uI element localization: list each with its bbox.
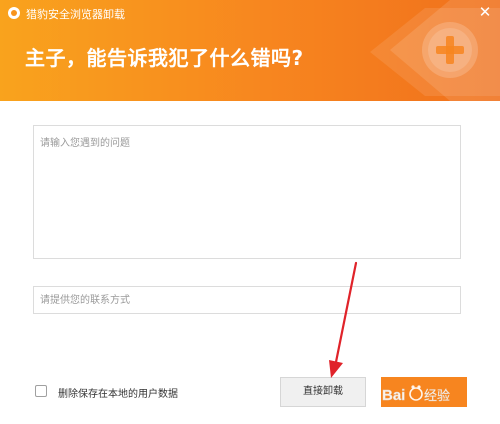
title-bar: 猎豹安全浏览器卸载 ✕ [0,0,500,26]
uninstall-button[interactable]: 直接卸载 [280,377,366,407]
delete-data-label[interactable]: 删除保存在本地的用户数据 [58,385,178,400]
svg-text:Bai: Bai [382,387,405,404]
close-icon[interactable]: ✕ [474,2,496,22]
baidu-watermark-logo: Bai 经验 [382,385,450,404]
app-logo-icon [8,7,20,19]
contact-field[interactable] [33,286,461,314]
window-title: 猎豹安全浏览器卸载 [26,8,125,21]
header-banner: 猎豹安全浏览器卸载 ✕ 主子，能告诉我犯了什么错吗? [0,0,500,101]
page-title: 主子，能告诉我犯了什么错吗? [25,46,304,70]
svg-text:经验: 经验 [424,388,450,403]
problem-input[interactable] [33,125,461,259]
delete-data-checkbox[interactable] [35,385,47,397]
